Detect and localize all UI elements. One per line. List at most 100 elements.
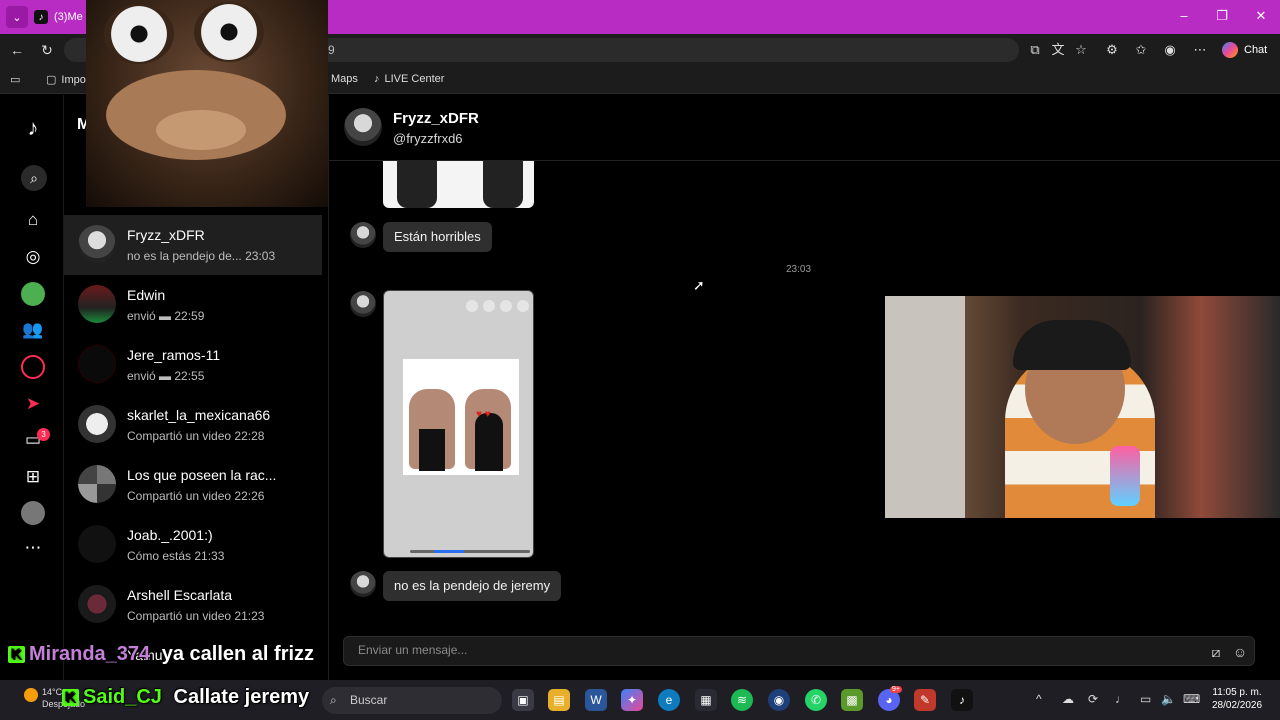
favorites-icon[interactable]: ✩ xyxy=(1131,40,1151,60)
more-icon[interactable]: ⋯ xyxy=(1190,40,1210,60)
contact-name[interactable]: Fryzz_xDFR xyxy=(393,110,479,127)
message-input-placeholder: Enviar un mensaje... xyxy=(358,643,468,657)
minecraft-icon[interactable]: ▩ xyxy=(841,689,863,711)
mouse-cursor-icon: ➚ xyxy=(693,277,705,293)
extensions-icon[interactable]: ⚙ xyxy=(1102,40,1122,60)
minimize-icon[interactable]: – xyxy=(1174,8,1194,23)
sync-icon[interactable]: ⟳ xyxy=(1088,692,1098,706)
friends-icon[interactable]: 👥 xyxy=(21,318,45,342)
copilot-app-icon[interactable]: ✦ xyxy=(621,689,643,711)
avatar xyxy=(78,405,116,443)
shared-image-top[interactable] xyxy=(383,161,534,208)
back-icon[interactable]: ← xyxy=(7,40,27,60)
message-avatar xyxy=(350,222,376,248)
message-avatar xyxy=(350,291,376,317)
message-avatar xyxy=(350,571,376,597)
spotify-icon[interactable]: ≋ xyxy=(731,689,753,711)
mic-icon[interactable]: ♩ xyxy=(1115,692,1127,706)
chat-header xyxy=(329,95,1280,161)
browser-tab[interactable]: ♪ (3)Me xyxy=(34,4,94,30)
conversation-item-fryzz[interactable]: Fryzz_xDFR no es la pendejo de... 23:03 xyxy=(64,215,322,275)
tab-title: (3)Me xyxy=(54,11,83,23)
tab-actions-button[interactable]: ⌄ xyxy=(6,6,28,28)
avatar xyxy=(78,525,116,563)
conversation-item-arshell[interactable]: Arshell Escarlata Compartió un video 21:… xyxy=(64,575,322,635)
shared-image-card[interactable]: ♥ ♥ xyxy=(383,290,534,558)
emoji-icon[interactable]: ☺ xyxy=(1231,643,1249,661)
video-progress-fill xyxy=(434,550,464,553)
close-icon[interactable]: ✕ xyxy=(1251,8,1271,24)
contact-handle[interactable]: @fryzzfrxd6 xyxy=(393,131,463,146)
favorite-item-maps[interactable]: Maps xyxy=(331,73,358,85)
home-icon[interactable]: ⌂ xyxy=(21,208,45,232)
avatar xyxy=(78,285,116,323)
app-icon[interactable]: ✎ xyxy=(914,689,936,711)
profile-avatar-icon[interactable] xyxy=(21,501,45,525)
cats-image: ♥ ♥ xyxy=(403,359,519,475)
obs-icon[interactable]: ◉ xyxy=(768,689,790,711)
more-options-icon[interactable]: ⋯ xyxy=(21,536,45,560)
avatar xyxy=(78,585,116,623)
stream-chat-message-1: K Miranda_374 ya callen al frizz xyxy=(8,643,314,666)
favorite-star-icon[interactable]: ☆ xyxy=(1071,40,1091,60)
whatsapp-icon[interactable]: ✆ xyxy=(805,689,827,711)
conversation-item-group[interactable]: Los que poseen la rac... Compartió un vi… xyxy=(64,455,322,515)
open-in-app-icon[interactable]: ⧉ xyxy=(1025,40,1045,60)
stream-overlay-character xyxy=(86,0,328,207)
message-timestamp: 23:03 xyxy=(786,264,812,275)
favorite-item-1[interactable]: ▢ Impo xyxy=(46,73,86,87)
favorite-item-live-center[interactable]: ♪ LIVE Center xyxy=(374,73,444,85)
contact-avatar[interactable] xyxy=(344,108,382,146)
task-view-icon[interactable]: ▣ xyxy=(512,689,534,711)
following-avatar-icon[interactable] xyxy=(21,282,45,306)
system-clock[interactable]: 11:05 p. m. 28/02/2026 xyxy=(1212,686,1262,712)
stream-chat-message-2: K Said_CJ Callate jeremy xyxy=(62,686,309,709)
image-upload-icon[interactable]: ⧄ xyxy=(1207,643,1225,661)
avatar xyxy=(78,465,116,503)
kick-icon: K xyxy=(62,689,79,707)
store-icon[interactable]: ▦ xyxy=(695,689,717,711)
volume-icon[interactable]: 🔈 xyxy=(1161,692,1176,706)
edge-icon[interactable]: e xyxy=(658,689,680,711)
profile-icon[interactable]: ◉ xyxy=(1160,40,1180,60)
conversation-item-edwin[interactable]: Edwin envió ▬ 22:59 xyxy=(64,275,322,335)
folder-icon: ▢ xyxy=(46,74,57,86)
conversation-item-skarlet[interactable]: skarlet_la_mexicana66 Compartió un video… xyxy=(64,395,322,455)
maximize-icon[interactable]: ❐ xyxy=(1212,8,1232,24)
kick-icon: K xyxy=(8,646,25,664)
translate-icon[interactable]: 文 xyxy=(1048,40,1068,60)
live-icon[interactable] xyxy=(21,355,45,379)
copilot-chat-button[interactable]: Chat xyxy=(1222,39,1267,61)
upload-icon[interactable]: ⊞ xyxy=(21,465,45,489)
taskbar-search[interactable]: Buscar xyxy=(322,687,502,714)
avatar xyxy=(78,225,116,263)
search-icon[interactable]: ⌕ xyxy=(21,165,47,191)
video-progress-track[interactable] xyxy=(410,550,530,553)
search-icon: ⌕ xyxy=(330,693,337,707)
avatar xyxy=(78,345,116,383)
word-icon[interactable]: W xyxy=(585,689,607,711)
favorites-menu-icon[interactable]: ▭ xyxy=(10,73,20,86)
chat-label: Chat xyxy=(1244,44,1268,56)
inbox-send-icon[interactable]: ➤ xyxy=(21,392,45,416)
image-controls xyxy=(466,300,529,312)
conversation-item-jere[interactable]: Jere_ramos-11 envió ▬ 22:55 xyxy=(64,335,322,395)
refresh-icon[interactable]: ↻ xyxy=(37,40,57,60)
display-icon[interactable]: ▭ xyxy=(1140,692,1151,706)
explore-icon[interactable]: ◎ xyxy=(21,245,45,269)
messages-badge: 3 xyxy=(37,428,50,441)
copilot-icon xyxy=(1222,42,1238,58)
cloud-icon[interactable]: ☁ xyxy=(1062,692,1074,706)
tiktok-app-icon[interactable]: ♪ xyxy=(951,689,973,711)
message-input[interactable] xyxy=(343,636,1255,666)
tiktok-favicon-icon: ♪ xyxy=(34,10,48,24)
message-bubble[interactable]: no es la pendejo de jeremy xyxy=(383,571,562,601)
message-bubble[interactable]: Están horribles xyxy=(383,222,492,252)
discord-badge: 9+ xyxy=(890,686,902,693)
tiktok-logo-icon[interactable]: ♪ xyxy=(21,116,45,140)
tray-expand-icon[interactable]: ^ xyxy=(1036,692,1042,706)
conversation-item-joab[interactable]: Joab._.2001:) Cómo estás 21:33 xyxy=(64,515,322,575)
webcam-overlay xyxy=(885,296,1280,518)
file-explorer-icon[interactable]: ▤ xyxy=(548,689,570,711)
keyboard-icon[interactable]: ⌨ xyxy=(1183,692,1200,706)
